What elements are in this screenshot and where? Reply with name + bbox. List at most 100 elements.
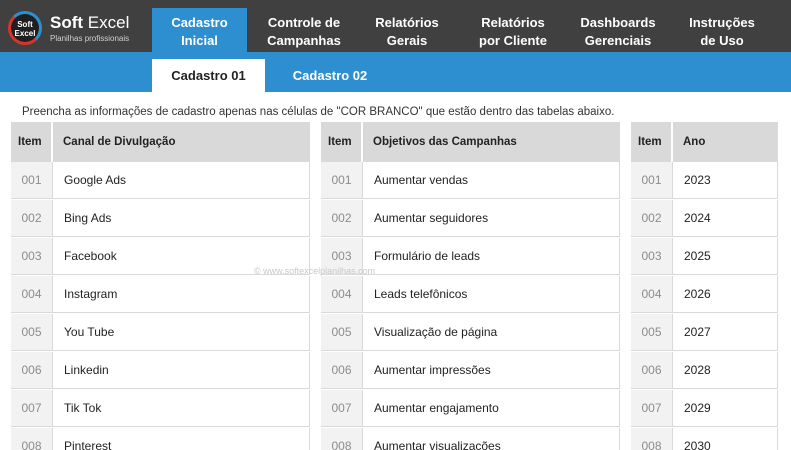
value-cell[interactable]: Aumentar impressões [362, 352, 620, 389]
menu-label-line1: Relatórios [481, 15, 545, 30]
table-row: 001 Google Ads [11, 162, 310, 200]
table-row: 003 2025 [631, 238, 778, 276]
table-row: 008 Pinterest [11, 428, 310, 450]
tab-cadastro-01[interactable]: Cadastro 01 [152, 59, 265, 92]
item-number-cell: 004 [11, 276, 52, 313]
logo-badge-icon: Soft Excel [8, 11, 42, 45]
table-row: 004 Instagram [11, 276, 310, 314]
logo-subtitle: Planilhas profissionais [50, 34, 130, 43]
value-cell[interactable]: 2029 [672, 390, 778, 427]
table-row: 005 You Tube [11, 314, 310, 352]
value-cell[interactable]: 2026 [672, 276, 778, 313]
table-row: 005 Visualização de página [321, 314, 620, 352]
item-number-cell: 008 [321, 428, 362, 450]
table-row: 005 2027 [631, 314, 778, 352]
value-cell[interactable]: Aumentar vendas [362, 162, 620, 199]
value-cell[interactable]: Aumentar engajamento [362, 390, 620, 427]
menu-label-line2: Campanhas [267, 33, 341, 48]
logo-badge-line1: Soft [17, 20, 33, 29]
item-number-cell: 002 [11, 200, 52, 237]
item-number-cell: 005 [631, 314, 672, 351]
header-divider [671, 122, 673, 162]
item-number-cell: 006 [11, 352, 52, 389]
logo-title-light: Excel [87, 13, 130, 32]
menu-label-line1: Instruções [689, 15, 755, 30]
item-number-cell: 007 [631, 390, 672, 427]
value-cell[interactable]: 2024 [672, 200, 778, 237]
menu-dashboards-gerenciais[interactable]: Dashboards Gerenciais [572, 8, 664, 52]
value-cell[interactable]: Visualização de página [362, 314, 620, 351]
item-number-cell: 002 [321, 200, 362, 237]
table-row: 008 2030 [631, 428, 778, 450]
soft-excel-logo[interactable]: Soft Excel Soft Excel Planilhas profissi… [8, 9, 148, 45]
value-cell[interactable]: Linkedin [52, 352, 310, 389]
item-number-cell: 001 [11, 162, 52, 199]
item-number-cell: 008 [631, 428, 672, 450]
menu-controle-de-campanhas[interactable]: Controle de Campanhas [258, 8, 350, 52]
item-number-cell: 005 [321, 314, 362, 351]
value-cell[interactable]: Bing Ads [52, 200, 310, 237]
table-header: Item Ano [631, 122, 778, 162]
item-number-cell: 004 [631, 276, 672, 313]
column-header-item: Item [638, 136, 662, 148]
value-cell[interactable]: Formulário de leads [362, 238, 620, 275]
column-header-item: Item [328, 136, 352, 148]
item-number-cell: 002 [631, 200, 672, 237]
item-number-cell: 003 [11, 238, 52, 275]
table-row: 006 Aumentar impressões [321, 352, 620, 390]
value-cell[interactable]: Aumentar seguidores [362, 200, 620, 237]
table-row: 006 Linkedin [11, 352, 310, 390]
table-row: 007 Aumentar engajamento [321, 390, 620, 428]
value-cell[interactable]: You Tube [52, 314, 310, 351]
table-row: 007 Tik Tok [11, 390, 310, 428]
value-cell[interactable]: Leads telefônicos [362, 276, 620, 313]
menu-label-line1: Dashboards [580, 15, 656, 30]
value-cell[interactable]: 2025 [672, 238, 778, 275]
item-number-cell: 008 [11, 428, 52, 450]
logo-title: Soft Excel [50, 13, 129, 33]
instruction-text: Preencha as informações de cadastro apen… [22, 106, 615, 118]
table-row: 002 Aumentar seguidores [321, 200, 620, 238]
table-row: 004 2026 [631, 276, 778, 314]
menu-label-line2: Gerenciais [584, 33, 652, 48]
value-cell[interactable]: Pinterest [52, 428, 310, 450]
menu-label-line1: Relatórios [375, 15, 439, 30]
menu-relatorios-gerais[interactable]: Relatórios Gerais [362, 8, 452, 52]
item-number-cell: 007 [321, 390, 362, 427]
table-row: 008 Aumentar visualizações [321, 428, 620, 450]
table-row: 006 2028 [631, 352, 778, 390]
tab-cadastro-02[interactable]: Cadastro 02 [276, 59, 384, 92]
value-cell[interactable]: Google Ads [52, 162, 310, 199]
item-number-cell: 005 [11, 314, 52, 351]
item-number-cell: 003 [631, 238, 672, 275]
column-header-value: Canal de Divulgação [63, 136, 176, 148]
subtab-bar: Cadastro 01 Cadastro 02 [0, 52, 791, 92]
value-cell[interactable]: 2023 [672, 162, 778, 199]
table-row: 002 Bing Ads [11, 200, 310, 238]
watermark-text: © www.softexcelplanilhas.com [254, 266, 376, 276]
header-divider [51, 122, 53, 162]
item-number-cell: 004 [321, 276, 362, 313]
item-number-cell: 001 [631, 162, 672, 199]
table-row: 004 Leads telefônicos [321, 276, 620, 314]
value-cell[interactable]: Instagram [52, 276, 310, 313]
menu-instrucoes-de-uso[interactable]: Instruções de Uso [678, 8, 766, 52]
menu-cadastro-inicial[interactable]: Cadastro Inicial [152, 8, 247, 52]
menu-label-line2: de Uso [700, 33, 744, 48]
menu-label-line1: Controle de [267, 15, 341, 30]
column-header-value: Objetivos das Campanhas [373, 136, 517, 148]
table-row: 007 2029 [631, 390, 778, 428]
value-cell[interactable]: Tik Tok [52, 390, 310, 427]
value-cell[interactable]: 2028 [672, 352, 778, 389]
value-cell[interactable]: 2027 [672, 314, 778, 351]
menu-label-line2: Gerais [386, 33, 428, 48]
menu-relatorios-por-cliente[interactable]: Relatórios por Cliente [466, 8, 560, 52]
table-row: 001 2023 [631, 162, 778, 200]
menu-label-line1: Cadastro [171, 15, 228, 30]
logo-title-bold: Soft [50, 13, 84, 32]
header-divider [361, 122, 363, 162]
item-number-cell: 007 [11, 390, 52, 427]
value-cell[interactable]: Aumentar visualizações [362, 428, 620, 450]
value-cell[interactable]: 2030 [672, 428, 778, 450]
table-row: 001 Aumentar vendas [321, 162, 620, 200]
